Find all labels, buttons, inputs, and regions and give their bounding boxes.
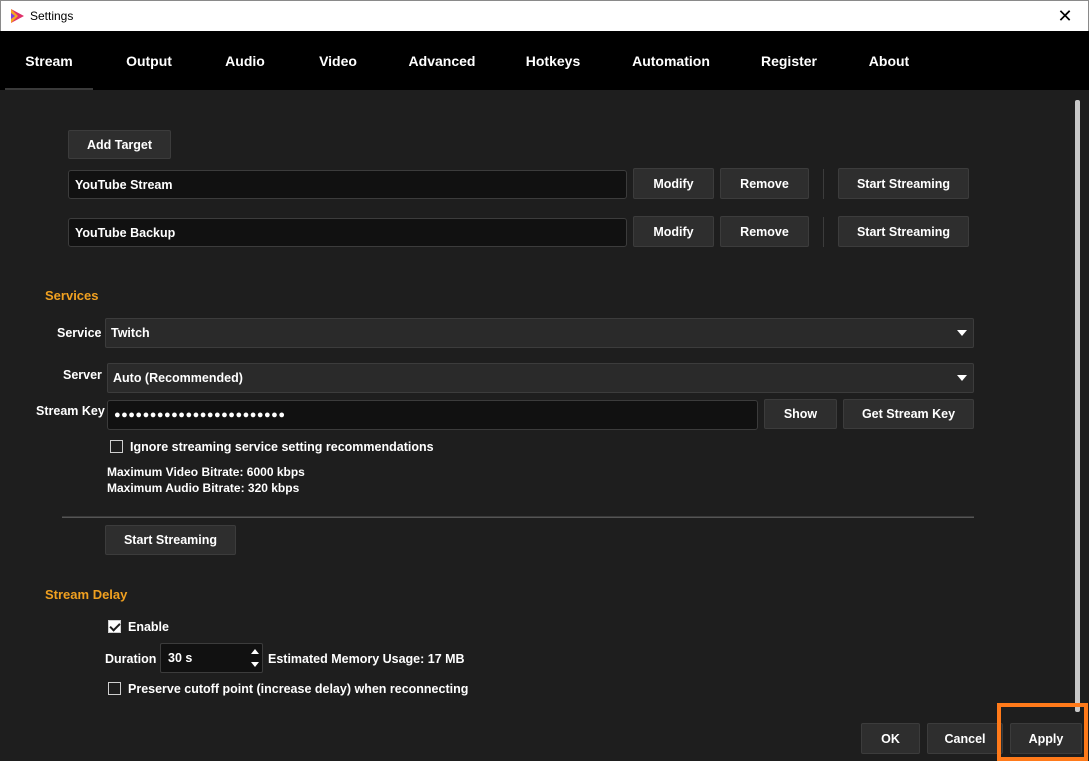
get-stream-key-button[interactable]: Get Stream Key bbox=[843, 399, 974, 429]
server-value: Auto (Recommended) bbox=[113, 371, 243, 385]
add-target-button[interactable]: Add Target bbox=[68, 130, 171, 159]
ok-button[interactable]: OK bbox=[861, 723, 920, 754]
app-logo-icon bbox=[11, 9, 24, 23]
preserve-cutoff-label: Preserve cutoff point (increase delay) w… bbox=[128, 682, 469, 696]
remove-button[interactable]: Remove bbox=[720, 168, 809, 199]
arrow-down-icon[interactable] bbox=[251, 662, 259, 667]
title-bar: Settings ✕ bbox=[0, 0, 1089, 31]
server-select[interactable]: Auto (Recommended) bbox=[107, 363, 974, 393]
tab-output[interactable]: Output bbox=[105, 31, 193, 90]
arrow-up-icon[interactable] bbox=[251, 649, 259, 654]
divider bbox=[62, 516, 974, 518]
stream-delay-heading: Stream Delay bbox=[45, 587, 128, 602]
ignore-recommendations-label: Ignore streaming service setting recomme… bbox=[130, 440, 434, 454]
tab-about[interactable]: About bbox=[849, 31, 929, 90]
preserve-cutoff-checkbox[interactable] bbox=[108, 682, 121, 695]
window-title: Settings bbox=[30, 9, 74, 23]
target-name-field[interactable]: YouTube Stream bbox=[68, 170, 627, 199]
tab-video[interactable]: Video bbox=[298, 31, 378, 90]
ignore-recommendations-checkbox[interactable] bbox=[110, 440, 123, 453]
tab-register[interactable]: Register bbox=[749, 31, 829, 90]
tab-hotkeys[interactable]: Hotkeys bbox=[513, 31, 593, 90]
duration-spinbox[interactable]: 30 s bbox=[160, 643, 263, 673]
stream-key-input[interactable]: ●●●●●●●●●●●●●●●●●●●●●●●● bbox=[107, 400, 758, 430]
start-streaming-button[interactable]: Start Streaming bbox=[838, 216, 969, 247]
tab-automation[interactable]: Automation bbox=[621, 31, 721, 90]
close-icon[interactable]: ✕ bbox=[1042, 1, 1088, 31]
start-streaming-button[interactable]: Start Streaming bbox=[838, 168, 969, 199]
memory-usage-label: Estimated Memory Usage: 17 MB bbox=[268, 652, 465, 666]
modify-button[interactable]: Modify bbox=[633, 216, 714, 247]
service-select[interactable]: Twitch bbox=[105, 318, 974, 348]
duration-label: Duration bbox=[105, 652, 157, 666]
services-heading: Services bbox=[45, 288, 99, 303]
enable-delay-checkbox[interactable] bbox=[108, 620, 121, 633]
stream-key-label: Stream Key bbox=[36, 404, 105, 418]
service-label: Service bbox=[57, 326, 102, 340]
chevron-down-icon bbox=[957, 375, 967, 381]
cancel-button[interactable]: Cancel bbox=[927, 723, 1003, 754]
start-streaming-button[interactable]: Start Streaming bbox=[105, 525, 236, 555]
tab-advanced[interactable]: Advanced bbox=[397, 31, 487, 90]
max-video-bitrate: Maximum Video Bitrate: 6000 kbps bbox=[107, 465, 305, 479]
vertical-scrollbar[interactable] bbox=[1075, 100, 1080, 712]
separator bbox=[823, 217, 824, 247]
duration-value: 30 s bbox=[168, 651, 193, 665]
apply-highlight-box bbox=[997, 703, 1088, 761]
chevron-down-icon bbox=[957, 330, 967, 336]
show-key-button[interactable]: Show bbox=[764, 399, 837, 429]
service-value: Twitch bbox=[111, 326, 150, 340]
tab-bar: Stream Output Audio Video Advanced Hotke… bbox=[0, 31, 1089, 90]
target-name-field[interactable]: YouTube Backup bbox=[68, 218, 627, 247]
tab-stream[interactable]: Stream bbox=[5, 31, 93, 90]
server-label: Server bbox=[63, 368, 102, 382]
enable-delay-label: Enable bbox=[128, 620, 169, 634]
modify-button[interactable]: Modify bbox=[633, 168, 714, 199]
tab-audio[interactable]: Audio bbox=[205, 31, 285, 90]
max-audio-bitrate: Maximum Audio Bitrate: 320 kbps bbox=[107, 481, 300, 495]
separator bbox=[823, 169, 824, 199]
remove-button[interactable]: Remove bbox=[720, 216, 809, 247]
